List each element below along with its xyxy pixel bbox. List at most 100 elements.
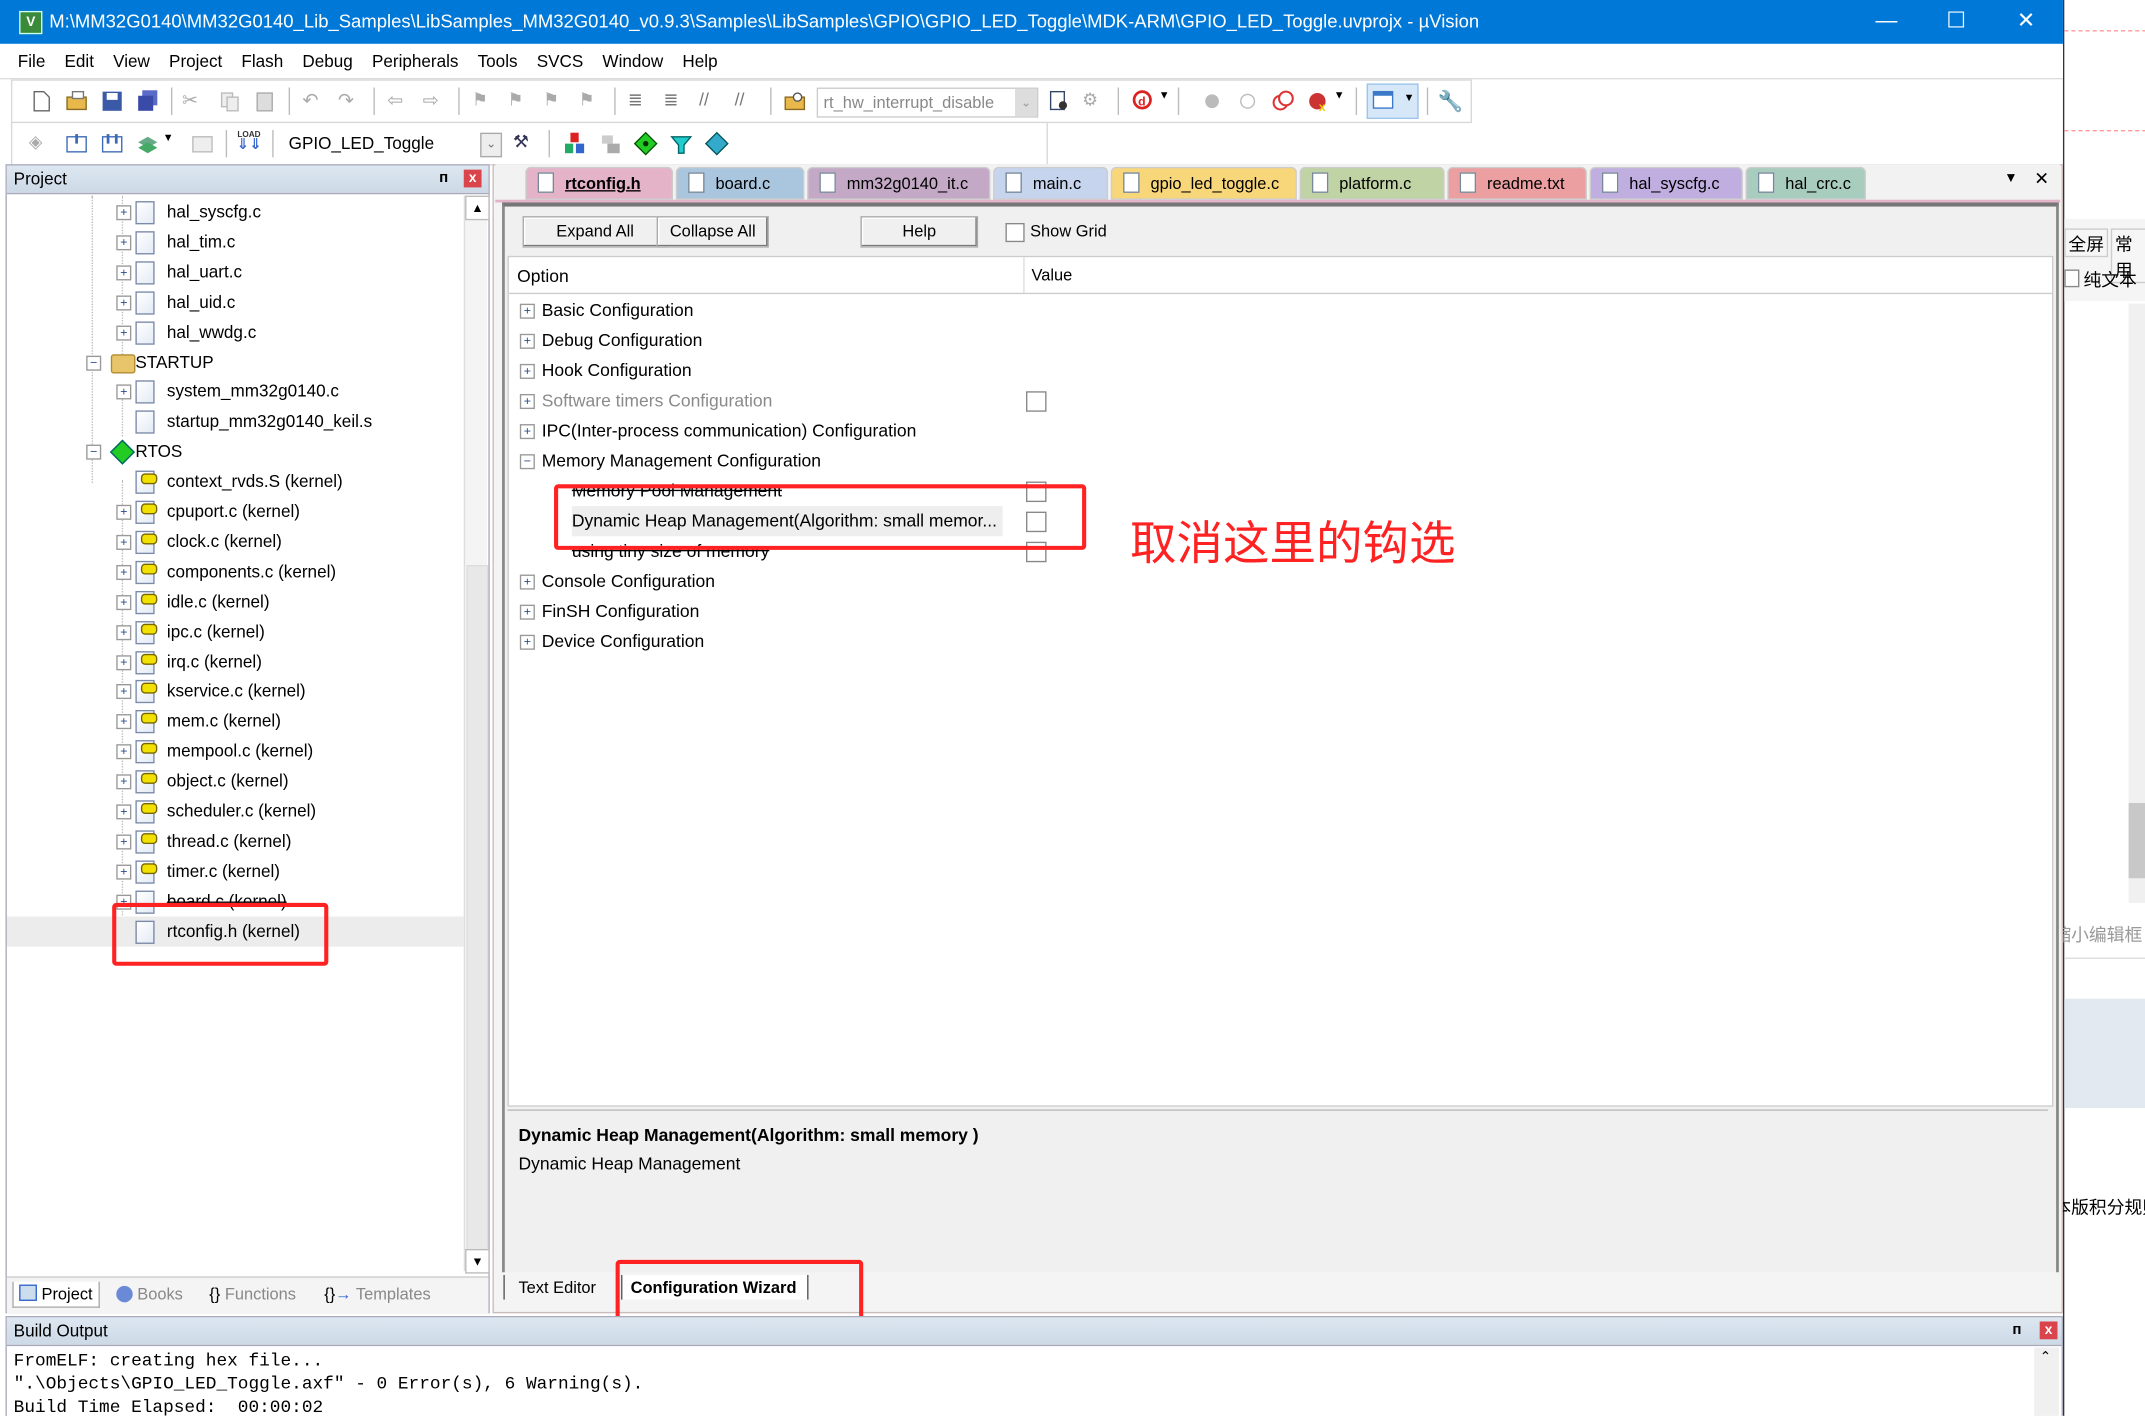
tree-item[interactable]: + hal_syscfg.c <box>7 197 464 227</box>
file-tab[interactable]: readme.txt <box>1447 166 1587 200</box>
expand-icon[interactable]: + <box>116 864 132 880</box>
tree-item[interactable]: + hal_wwdg.c <box>7 317 464 347</box>
file-tab[interactable]: hal_syscfg.c <box>1589 166 1743 200</box>
file-tab[interactable]: rtconfig.h <box>525 166 674 200</box>
tab-functions[interactable]: {} Functions <box>209 1282 296 1307</box>
tree-item[interactable]: + ipc.c (kernel) <box>7 616 464 646</box>
expand-icon[interactable]: + <box>116 504 132 520</box>
file-tab[interactable]: gpio_led_toggle.c <box>1110 166 1297 200</box>
tree-item[interactable]: + mem.c (kernel) <box>7 706 464 736</box>
expand-icon[interactable]: + <box>116 654 132 670</box>
tree-item[interactable]: context_rvds.S (kernel) <box>7 467 464 497</box>
option-row[interactable]: + Software timers Configuration <box>509 386 2052 416</box>
find-in-files-icon[interactable] <box>782 89 807 114</box>
chevron-down-icon[interactable]: ⌄ <box>1015 88 1037 117</box>
expand-icon[interactable]: + <box>519 574 535 590</box>
expand-icon[interactable]: + <box>116 594 132 610</box>
chevron-down-icon[interactable]: ⌄ <box>480 132 503 158</box>
prev-bookmark-icon[interactable]: ⚑ <box>508 89 533 114</box>
option-row[interactable]: + Basic Configuration <box>509 295 2052 325</box>
tree-item[interactable]: + object.c (kernel) <box>7 766 464 796</box>
expand-icon[interactable]: + <box>116 534 132 550</box>
rebuild-icon[interactable] <box>100 131 125 156</box>
project-tree-scrollbar[interactable]: ▲ ▼ <box>463 195 490 1274</box>
expand-icon[interactable]: + <box>116 714 132 730</box>
unindent-icon[interactable]: ≣ <box>663 89 688 114</box>
indent-icon[interactable]: ≣ <box>628 89 653 114</box>
menu-window[interactable]: Window <box>593 45 673 78</box>
tree-item[interactable]: + scheduler.c (kernel) <box>7 796 464 826</box>
disable-breakpoint-icon[interactable] <box>1235 89 1260 114</box>
expand-icon[interactable]: + <box>116 325 132 341</box>
pack-installer-icon[interactable] <box>669 131 694 156</box>
file-tab[interactable]: hal_crc.c <box>1745 166 1866 200</box>
expand-icon[interactable]: + <box>519 393 535 410</box>
expand-icon[interactable]: + <box>116 774 132 790</box>
tree-item[interactable]: − RTOS <box>7 437 464 467</box>
minimize-button[interactable]: — <box>1855 0 1918 44</box>
tree-item[interactable]: + clock.c (kernel) <box>7 527 464 557</box>
menu-view[interactable]: View <box>104 45 160 78</box>
next-bookmark-icon[interactable]: ⚑ <box>543 89 568 114</box>
build-output-scrollbar[interactable]: ⌃ <box>2034 1347 2059 1416</box>
tab-text-editor[interactable]: Text Editor <box>503 1274 604 1300</box>
menu-debug[interactable]: Debug <box>293 45 363 78</box>
menu-edit[interactable]: Edit <box>55 45 104 78</box>
build-icon[interactable] <box>64 131 89 156</box>
show-grid-checkbox[interactable] <box>1005 222 1025 243</box>
expand-all-button[interactable]: Expand All <box>522 216 668 248</box>
expand-icon[interactable]: + <box>519 634 535 650</box>
file-tab[interactable]: platform.c <box>1299 166 1445 200</box>
fullscreen-button[interactable]: 全屏 <box>2064 228 2109 258</box>
paste-icon[interactable] <box>253 89 278 114</box>
expand-icon[interactable]: + <box>519 363 535 379</box>
tree-item[interactable]: + system_mm32g0140.c <box>7 377 464 407</box>
save-icon[interactable] <box>100 89 125 114</box>
tree-item[interactable]: + mempool.c (kernel) <box>7 736 464 766</box>
expand-icon[interactable]: + <box>116 235 132 251</box>
file-tab[interactable]: main.c <box>993 166 1109 200</box>
option-row[interactable]: + Hook Configuration <box>509 356 2052 386</box>
undo-icon[interactable]: ↶ <box>302 89 327 114</box>
tree-item[interactable]: + timer.c (kernel) <box>7 856 464 886</box>
expand-icon[interactable]: + <box>116 265 132 281</box>
batch-build-icon[interactable] <box>135 131 160 156</box>
menu-tools[interactable]: Tools <box>468 45 527 78</box>
disable-all-breakpoints-icon[interactable] <box>1271 89 1296 114</box>
option-value-checkbox[interactable] <box>1026 391 1047 412</box>
debug-start-icon[interactable]: d <box>1131 89 1156 114</box>
collapse-icon[interactable]: − <box>86 354 102 371</box>
scroll-up-icon[interactable]: ⌃ <box>2040 1350 2051 1365</box>
nav-back-icon[interactable]: ⇦ <box>387 89 412 114</box>
expand-icon[interactable]: + <box>116 804 132 820</box>
manage-project-items-icon[interactable] <box>562 131 587 156</box>
tree-item[interactable]: + hal_uid.c <box>7 287 464 317</box>
pin-icon[interactable]: ᴨ <box>2012 1321 2021 1337</box>
select-packs-icon[interactable] <box>598 131 623 156</box>
tree-item[interactable]: + idle.c (kernel) <box>7 586 464 616</box>
option-row[interactable]: + FinSH Configuration <box>509 596 2052 626</box>
expand-icon[interactable]: + <box>116 205 132 221</box>
menu-file[interactable]: File <box>8 45 55 78</box>
expand-icon[interactable]: + <box>519 303 535 319</box>
tree-item[interactable]: + kservice.c (kernel) <box>7 676 464 706</box>
stop-build-icon[interactable] <box>190 131 215 156</box>
expand-icon[interactable]: + <box>116 834 132 850</box>
cut-icon[interactable]: ✂ <box>182 89 207 114</box>
expand-icon[interactable]: + <box>519 424 535 440</box>
tab-templates[interactable]: {}→ Templates <box>324 1282 430 1307</box>
tabs-menu-icon[interactable]: ▼ <box>2004 171 2018 186</box>
column-option[interactable]: Option <box>517 265 569 286</box>
redo-icon[interactable]: ↷ <box>338 89 363 114</box>
expand-icon[interactable]: + <box>116 564 132 580</box>
menu-flash[interactable]: Flash <box>232 45 293 78</box>
window-layout-button[interactable]: ▼ <box>1366 83 1419 120</box>
option-row[interactable]: + Device Configuration <box>509 627 2052 657</box>
option-row[interactable]: − Memory Management Configuration <box>509 446 2052 476</box>
tab-books[interactable]: Books <box>116 1282 183 1307</box>
file-tab[interactable]: board.c <box>675 166 805 200</box>
plain-text-checkbox[interactable] <box>2064 269 2080 288</box>
tree-item[interactable]: + hal_uart.c <box>7 257 464 287</box>
comment-icon[interactable]: // <box>699 89 724 114</box>
column-value[interactable]: Value <box>1031 265 1072 284</box>
